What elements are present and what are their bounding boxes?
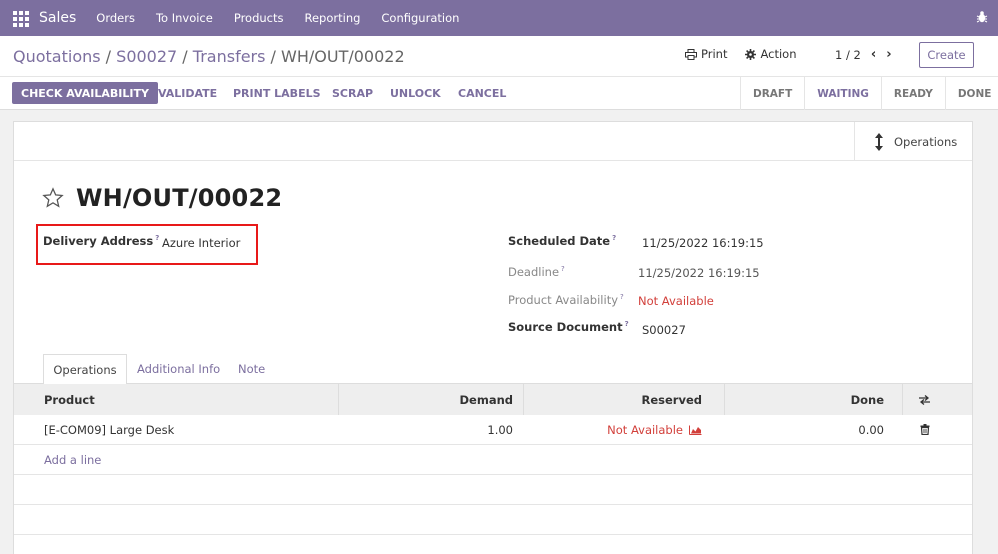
col-reserved[interactable]: Reserved bbox=[523, 384, 703, 415]
operations-table: Product Demand Reserved Done [E-COM09] L… bbox=[14, 384, 972, 535]
scrap-button[interactable]: SCRAP bbox=[332, 82, 373, 104]
vertical-arrows-icon bbox=[875, 132, 883, 151]
print-labels-button[interactable]: PRINT LABELS bbox=[233, 82, 321, 104]
source-document-field[interactable]: S00027 bbox=[642, 323, 686, 337]
cell-done[interactable]: 0.00 bbox=[724, 415, 884, 444]
delivery-address-field[interactable]: Azure Interior bbox=[162, 236, 240, 250]
product-availability-field: Not Available bbox=[638, 294, 714, 308]
operations-smart-label: Operations bbox=[894, 134, 958, 149]
state-pipeline: DRAFT WAITING READY DONE bbox=[740, 77, 998, 110]
cell-demand[interactable]: 1.00 bbox=[338, 415, 513, 444]
delivery-address-label: Delivery Address? bbox=[43, 234, 160, 248]
breadcrumb-separator: / bbox=[100, 47, 117, 66]
breadcrumb-current: WH/OUT/00022 bbox=[281, 47, 405, 66]
breadcrumb-separator: / bbox=[177, 47, 193, 66]
app-brand[interactable]: Sales bbox=[39, 10, 76, 26]
cell-product[interactable]: [E-COM09] Large Desk bbox=[44, 415, 174, 444]
empty-row bbox=[14, 475, 972, 505]
product-availability-label: Product Availability? bbox=[508, 293, 624, 307]
help-mark[interactable]: ? bbox=[612, 234, 616, 242]
scheduled-date-field[interactable]: 11/25/2022 16:19:15 bbox=[642, 236, 764, 250]
empty-row bbox=[14, 505, 972, 535]
pager-value[interactable]: 1 / 2 bbox=[835, 48, 861, 62]
menu-reporting[interactable]: Reporting bbox=[305, 11, 361, 25]
column-settings-icon[interactable] bbox=[918, 384, 931, 415]
state-done[interactable]: DONE bbox=[944, 77, 998, 110]
tab-additional-info[interactable]: Additional Info bbox=[137, 354, 220, 384]
breadcrumb-transfers[interactable]: Transfers bbox=[193, 47, 266, 66]
unlock-button[interactable]: UNLOCK bbox=[390, 82, 441, 104]
breadcrumb: Quotations / S00027 / Transfers / WH/OUT… bbox=[13, 47, 405, 66]
record-title: WH/OUT/00022 bbox=[76, 184, 283, 212]
table-row[interactable]: [E-COM09] Large Desk 1.00 Not Available … bbox=[14, 415, 972, 445]
tab-operations[interactable]: Operations bbox=[43, 354, 127, 385]
add-line-link[interactable]: Add a line bbox=[44, 445, 101, 474]
smart-button-row: Operations bbox=[14, 122, 972, 161]
control-panel: Quotations / S00027 / Transfers / WH/OUT… bbox=[0, 36, 998, 110]
add-line-row: Add a line bbox=[14, 445, 972, 475]
breadcrumb-separator: / bbox=[265, 47, 282, 66]
state-draft[interactable]: DRAFT bbox=[740, 77, 804, 110]
tab-note[interactable]: Note bbox=[238, 354, 265, 384]
notebook-tabs: Operations Additional Info Note bbox=[14, 354, 972, 385]
pager: 1 / 2 ‹ › bbox=[835, 47, 892, 62]
cell-reserved: Not Available bbox=[523, 415, 702, 444]
debug-bug-icon[interactable] bbox=[976, 10, 988, 24]
menu-configuration[interactable]: Configuration bbox=[381, 11, 459, 25]
validate-button[interactable]: VALIDATE bbox=[158, 82, 217, 104]
help-mark[interactable]: ? bbox=[625, 320, 629, 328]
help-mark[interactable]: ? bbox=[155, 234, 159, 242]
col-done[interactable]: Done bbox=[724, 384, 884, 415]
scheduled-date-label: Scheduled Date? bbox=[508, 234, 617, 248]
help-mark[interactable]: ? bbox=[620, 293, 624, 301]
action-button[interactable]: Action bbox=[745, 47, 797, 61]
state-ready[interactable]: READY bbox=[880, 77, 945, 110]
source-document-label: Source Document? bbox=[508, 320, 629, 334]
col-demand[interactable]: Demand bbox=[338, 384, 513, 415]
chevron-left-icon[interactable]: ‹ bbox=[871, 47, 876, 62]
cp-actions: Print Action bbox=[685, 47, 797, 61]
area-chart-icon[interactable] bbox=[689, 425, 702, 435]
menu-to-invoice[interactable]: To Invoice bbox=[156, 11, 213, 25]
trash-icon[interactable] bbox=[920, 415, 930, 444]
star-icon[interactable] bbox=[42, 187, 64, 209]
col-product[interactable]: Product bbox=[44, 384, 95, 415]
menu-orders[interactable]: Orders bbox=[96, 11, 135, 25]
breadcrumb-quotations[interactable]: Quotations bbox=[13, 47, 101, 66]
check-availability-button[interactable]: CHECK AVAILABILITY bbox=[12, 82, 158, 104]
action-label: Action bbox=[760, 47, 797, 61]
title-row: WH/OUT/00022 bbox=[42, 184, 282, 212]
cancel-button[interactable]: CANCEL bbox=[458, 82, 506, 104]
operations-smart-button[interactable]: Operations bbox=[854, 122, 972, 161]
breadcrumb-order[interactable]: S00027 bbox=[116, 47, 177, 66]
app-grid-icon[interactable] bbox=[13, 11, 31, 27]
help-mark[interactable]: ? bbox=[561, 265, 565, 273]
table-header: Product Demand Reserved Done bbox=[14, 384, 972, 415]
status-bar: CHECK AVAILABILITY VALIDATE PRINT LABELS… bbox=[0, 77, 998, 110]
top-navbar: Sales Orders To Invoice Products Reporti… bbox=[0, 0, 998, 36]
create-button[interactable]: Create bbox=[919, 42, 974, 68]
printer-icon bbox=[685, 48, 697, 60]
menu-products[interactable]: Products bbox=[234, 11, 284, 25]
print-label: Print bbox=[701, 47, 728, 61]
gear-icon bbox=[745, 48, 757, 60]
chevron-right-icon[interactable]: › bbox=[886, 47, 891, 62]
print-button[interactable]: Print bbox=[685, 47, 727, 61]
form-sheet: Operations WH/OUT/00022 Delivery Address… bbox=[13, 121, 973, 554]
state-waiting[interactable]: WAITING bbox=[804, 77, 881, 110]
deadline-field: 11/25/2022 16:19:15 bbox=[638, 266, 760, 280]
reserved-status: Not Available bbox=[607, 422, 683, 437]
deadline-label: Deadline? bbox=[508, 265, 565, 279]
